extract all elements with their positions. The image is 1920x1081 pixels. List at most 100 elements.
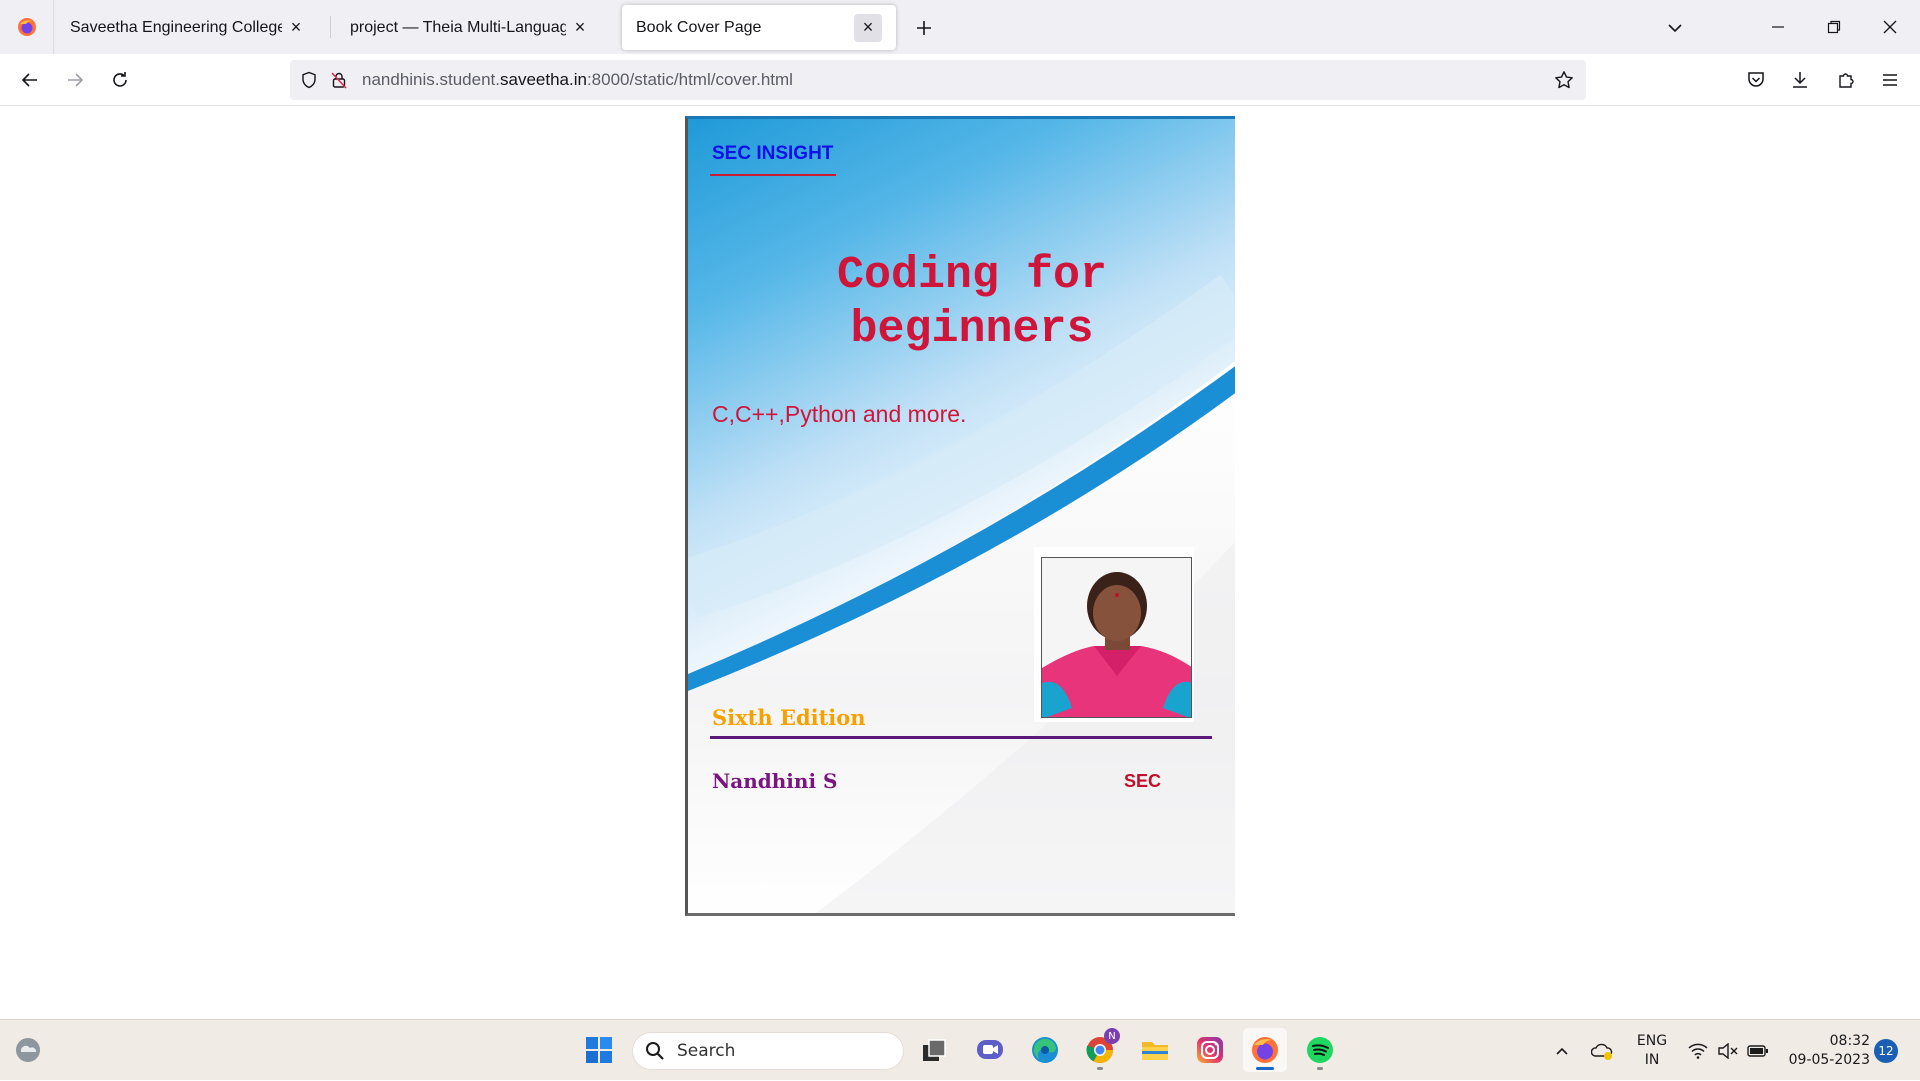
close-icon[interactable]: × [566,14,594,42]
system-clock[interactable]: 08:32 09-05-2023 [1778,1032,1870,1070]
language-code: ENG [1636,1033,1668,1049]
tab-book-cover[interactable]: Book Cover Page × [622,5,896,50]
insecure-lock-icon[interactable] [324,60,354,100]
running-indicator [1317,1067,1323,1070]
minimize-button[interactable] [1750,0,1806,54]
search-icon [646,1042,664,1060]
book-subtitle: C,C++,Python and more. [712,401,967,427]
organization-label: SEC [1124,771,1162,791]
list-all-tabs-button[interactable] [1659,12,1691,44]
file-explorer-button[interactable] [1133,1028,1177,1072]
battery-status[interactable] [1744,1020,1772,1081]
tab-theia-project[interactable]: project — Theia Multi-Language Ex × [336,5,608,50]
back-arrow-icon [21,73,37,87]
book-title: Coding for beginners [688,249,1235,357]
plus-icon [917,21,931,35]
task-view-button[interactable] [912,1028,956,1072]
firefox-taskbar-button[interactable] [1243,1028,1287,1072]
pocket-button[interactable] [1738,62,1774,98]
clock-time: 08:32 [1829,1033,1870,1049]
reload-icon [113,72,127,87]
tab-label: Book Cover Page [636,18,762,36]
firefox-icon [17,18,36,36]
cover-background [688,119,1235,913]
onedrive-warning-icon [1591,1043,1613,1060]
close-icon [1883,20,1897,34]
tracking-protection-shield-icon[interactable] [294,60,324,100]
close-icon[interactable]: × [854,13,882,42]
instagram-button[interactable] [1188,1028,1232,1072]
forward-button[interactable] [57,62,93,98]
tab-label: project — Theia Multi-Language Ex [350,18,566,36]
app-menu-button[interactable] [1872,62,1908,98]
spotify-button[interactable] [1298,1028,1342,1072]
book-title-line: beginners [850,304,1094,355]
widgets-button[interactable] [6,1028,50,1072]
book-title-line: Coding for [836,250,1108,301]
chrome-profile-badge: N [1104,1028,1120,1044]
extensions-button[interactable] [1828,62,1864,98]
chevron-down-icon [1668,24,1682,33]
puzzle-icon [1839,73,1854,88]
tab-saveetha[interactable]: Saveetha Engineering College × [56,5,324,50]
bookmark-star-button[interactable] [1548,64,1580,96]
reload-button[interactable] [102,62,138,98]
input-language-indicator[interactable]: ENG IN [1630,1032,1674,1070]
url-text: nandhinis.student.saveetha.in:8000/stati… [362,70,793,90]
tab-separator [330,16,331,38]
volume-muted-icon [1718,1042,1738,1059]
url-domain: saveetha.in [500,70,587,89]
edition-divider [710,736,1212,739]
firefox-view-button[interactable] [0,0,54,54]
chevron-up-icon [1556,1047,1568,1055]
hamburger-menu-icon [1883,74,1897,86]
active-indicator [1256,1067,1274,1070]
address-bar[interactable]: nandhinis.student.saveetha.in:8000/stati… [290,60,1586,100]
close-icon[interactable]: × [282,14,310,42]
taskbar-search[interactable]: Search [632,1032,904,1070]
region-code: IN [1644,1052,1660,1068]
forward-arrow-icon [68,73,84,87]
author-name: Nandhini S [712,769,838,793]
clock-date: 09-05-2023 [1788,1052,1870,1068]
battery-icon [1747,1044,1768,1057]
folder-icon [1142,1042,1168,1060]
brand-underline [710,174,836,176]
publisher-brand: SEC INSIGHT [712,143,834,164]
start-button[interactable] [577,1028,621,1072]
chat-icon [977,1040,1003,1059]
windows-logo-icon [586,1037,612,1063]
volume-status[interactable] [1714,1020,1742,1081]
wifi-icon [1688,1043,1708,1059]
book-cover: SEC INSIGHT Coding for beginners C,C++,P… [685,116,1235,916]
firefox-icon [1252,1037,1278,1063]
url-subdomain: nandhinis.student. [362,70,500,89]
close-window-button[interactable] [1862,0,1918,54]
star-icon [1555,71,1573,89]
edition-label: Sixth Edition [712,705,866,730]
wifi-status[interactable] [1684,1020,1712,1081]
notification-count-badge[interactable]: 12 [1874,1039,1898,1063]
show-hidden-icons-button[interactable] [1548,1020,1576,1081]
windows-taskbar: Search N ENG IN 08:32 09-05-2023 12 [0,1019,1920,1080]
edge-browser-icon [1032,1037,1058,1063]
teams-chat-button[interactable] [968,1028,1012,1072]
new-tab-button[interactable] [908,12,940,44]
onedrive-button[interactable] [1586,1020,1620,1081]
back-button[interactable] [12,62,48,98]
search-label: Search [677,1041,736,1061]
download-icon [1793,72,1807,88]
downloads-button[interactable] [1782,62,1818,98]
restore-icon [1827,20,1841,34]
restore-button[interactable] [1806,0,1862,54]
task-view-icon [923,1039,946,1061]
edge-button[interactable] [1023,1028,1067,1072]
navigation-toolbar: nandhinis.student.saveetha.in:8000/stati… [0,54,1920,106]
chrome-button[interactable]: N [1078,1028,1122,1072]
author-portrait-image [1042,558,1191,717]
pocket-icon [1748,72,1764,87]
running-indicator [1097,1067,1103,1070]
tab-label: Saveetha Engineering College [70,18,282,36]
tab-strip: Saveetha Engineering College × project —… [0,0,1920,54]
spotify-icon [1307,1037,1333,1063]
